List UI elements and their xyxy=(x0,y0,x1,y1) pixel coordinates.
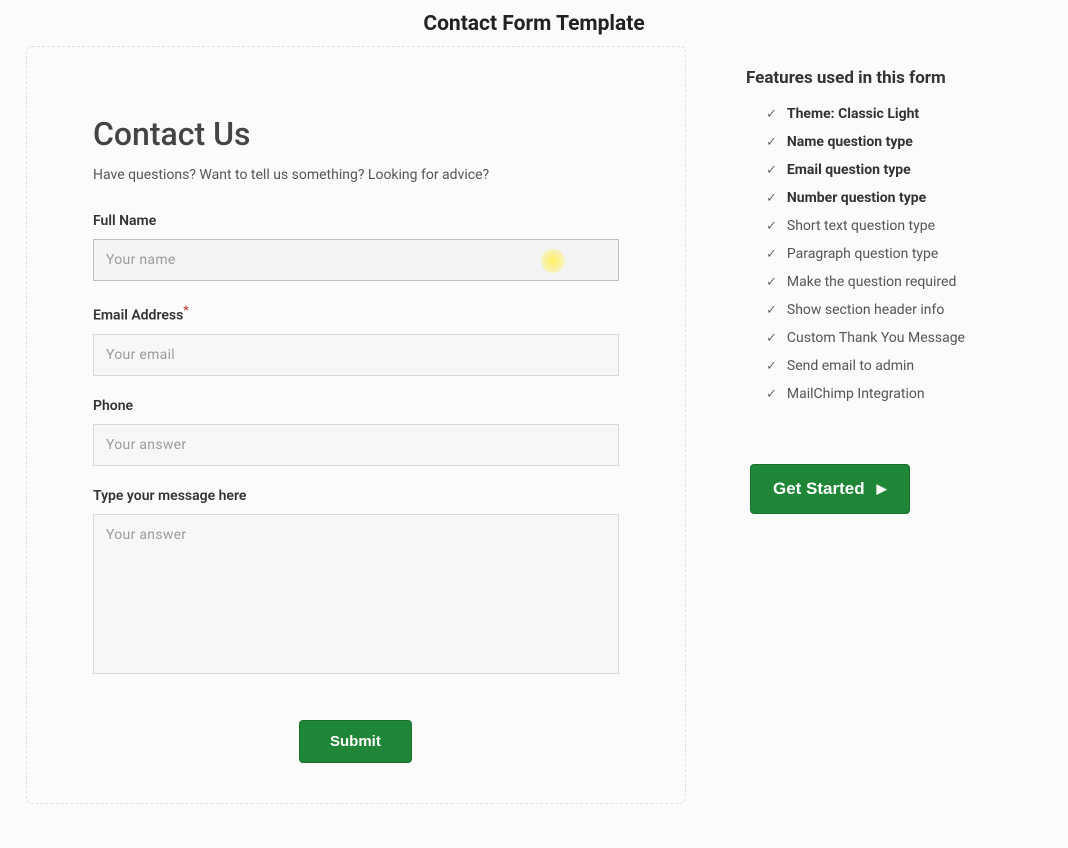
check-icon: ✓ xyxy=(766,302,777,320)
field-message: Type your message here xyxy=(93,488,619,678)
feature-text: Name question type xyxy=(787,134,1046,150)
get-started-label: Get Started xyxy=(773,479,865,499)
contact-form-card: Contact Us Have questions? Want to tell … xyxy=(26,46,686,804)
label-email-text: Email Address xyxy=(93,308,183,324)
label-message: Type your message here xyxy=(93,488,619,504)
get-started-button[interactable]: Get Started ▶ xyxy=(750,464,910,514)
page-title: Contact Form Template xyxy=(0,12,1068,36)
play-icon: ▶ xyxy=(877,481,887,497)
feature-item: ✓ Custom Thank You Message xyxy=(746,330,1046,348)
label-phone: Phone xyxy=(93,398,619,414)
feature-item: ✓ Show section header info xyxy=(746,302,1046,320)
feature-text: Theme: Classic Light xyxy=(787,106,1046,122)
feature-text: Custom Thank You Message xyxy=(787,330,1046,346)
feature-text: Email question type xyxy=(787,162,1046,178)
feature-item: ✓ Send email to admin xyxy=(746,358,1046,376)
check-icon: ✓ xyxy=(766,162,777,180)
sidebar: Features used in this form ✓ Theme: Class… xyxy=(746,46,1046,514)
input-message[interactable] xyxy=(93,514,619,674)
label-full-name: Full Name xyxy=(93,213,619,229)
feature-item: ✓ Number question type xyxy=(746,190,1046,208)
field-email: Email Address* xyxy=(93,303,619,376)
feature-text: Paragraph question type xyxy=(787,246,1046,262)
submit-button[interactable]: Submit xyxy=(299,720,412,763)
feature-item: ✓ Theme: Classic Light xyxy=(746,106,1046,124)
main-layout: Contact Us Have questions? Want to tell … xyxy=(0,46,1068,804)
feature-text: Short text question type xyxy=(787,218,1046,234)
label-email: Email Address* xyxy=(93,303,619,324)
feature-text: Number question type xyxy=(787,190,1046,206)
check-icon: ✓ xyxy=(766,106,777,124)
check-icon: ✓ xyxy=(766,190,777,208)
input-email[interactable] xyxy=(93,334,619,376)
feature-text: Send email to admin xyxy=(787,358,1046,374)
feature-text: Make the question required xyxy=(787,274,1046,290)
field-phone: Phone xyxy=(93,398,619,466)
feature-item: ✓ Email question type xyxy=(746,162,1046,180)
form-heading: Contact Us xyxy=(93,115,619,153)
check-icon: ✓ xyxy=(766,218,777,236)
check-icon: ✓ xyxy=(766,134,777,152)
features-list: ✓ Theme: Classic Light ✓ Name question type… xyxy=(746,106,1046,404)
check-icon: ✓ xyxy=(766,274,777,292)
check-icon: ✓ xyxy=(766,330,777,348)
form-subheading: Have questions? Want to tell us somethin… xyxy=(93,167,619,183)
feature-text: Show section header info xyxy=(787,302,1046,318)
check-icon: ✓ xyxy=(766,358,777,376)
feature-item: ✓ Paragraph question type xyxy=(746,246,1046,264)
field-full-name: Full Name xyxy=(93,213,619,281)
input-full-name[interactable] xyxy=(93,239,619,281)
feature-item: ✓ Make the question required xyxy=(746,274,1046,292)
check-icon: ✓ xyxy=(766,246,777,264)
required-asterisk: * xyxy=(183,303,188,317)
feature-item: ✓ Name question type xyxy=(746,134,1046,152)
feature-item: ✓ MailChimp Integration xyxy=(746,386,1046,404)
feature-item: ✓ Short text question type xyxy=(746,218,1046,236)
sidebar-title: Features used in this form xyxy=(746,68,1046,88)
check-icon: ✓ xyxy=(766,386,777,404)
input-phone[interactable] xyxy=(93,424,619,466)
feature-text: MailChimp Integration xyxy=(787,386,1046,402)
